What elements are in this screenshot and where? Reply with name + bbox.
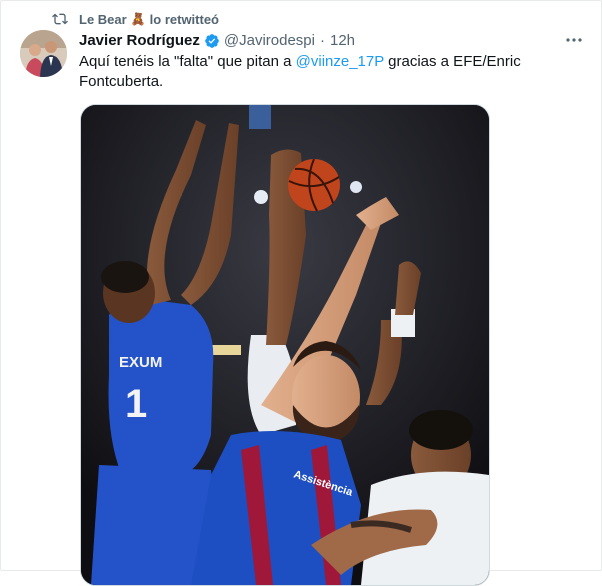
avatar-photo bbox=[20, 30, 67, 77]
retweet-icon bbox=[52, 13, 68, 25]
more-options-button[interactable] bbox=[563, 30, 585, 50]
basketball-photo: EXUM 1 Assistència bbox=[81, 105, 489, 585]
avatar[interactable] bbox=[20, 30, 67, 77]
mention-link[interactable]: @viinze_17P bbox=[296, 53, 384, 70]
jersey-name: EXUM bbox=[119, 354, 162, 371]
author-name[interactable]: Javier Rodríguez bbox=[79, 32, 200, 49]
ellipsis-icon bbox=[566, 38, 582, 42]
tweet-photo[interactable]: EXUM 1 Assistència bbox=[80, 104, 490, 586]
tweet-timestamp[interactable]: 12h bbox=[330, 32, 355, 49]
author-handle[interactable]: @Javirodespi bbox=[224, 32, 315, 49]
jersey-number: 1 bbox=[125, 382, 147, 426]
verified-badge-icon bbox=[205, 33, 219, 48]
tweet-text: Aquí tenéis la "falta" que pitan a @viin… bbox=[79, 52, 549, 92]
social-context: Le Bear 🧸 lo retwitteó bbox=[52, 10, 219, 28]
teddy-bear-emoji: 🧸 bbox=[130, 12, 146, 26]
retweeter-name[interactable]: Le Bear bbox=[79, 12, 127, 27]
tweet-text-part1: Aquí tenéis la "falta" que pitan a bbox=[79, 53, 296, 70]
tweet-header: Javier Rodríguez @Javirodespi · 12h bbox=[79, 32, 355, 49]
retweet-label: lo retwitteó bbox=[149, 11, 219, 27]
separator-dot: · bbox=[319, 32, 325, 49]
